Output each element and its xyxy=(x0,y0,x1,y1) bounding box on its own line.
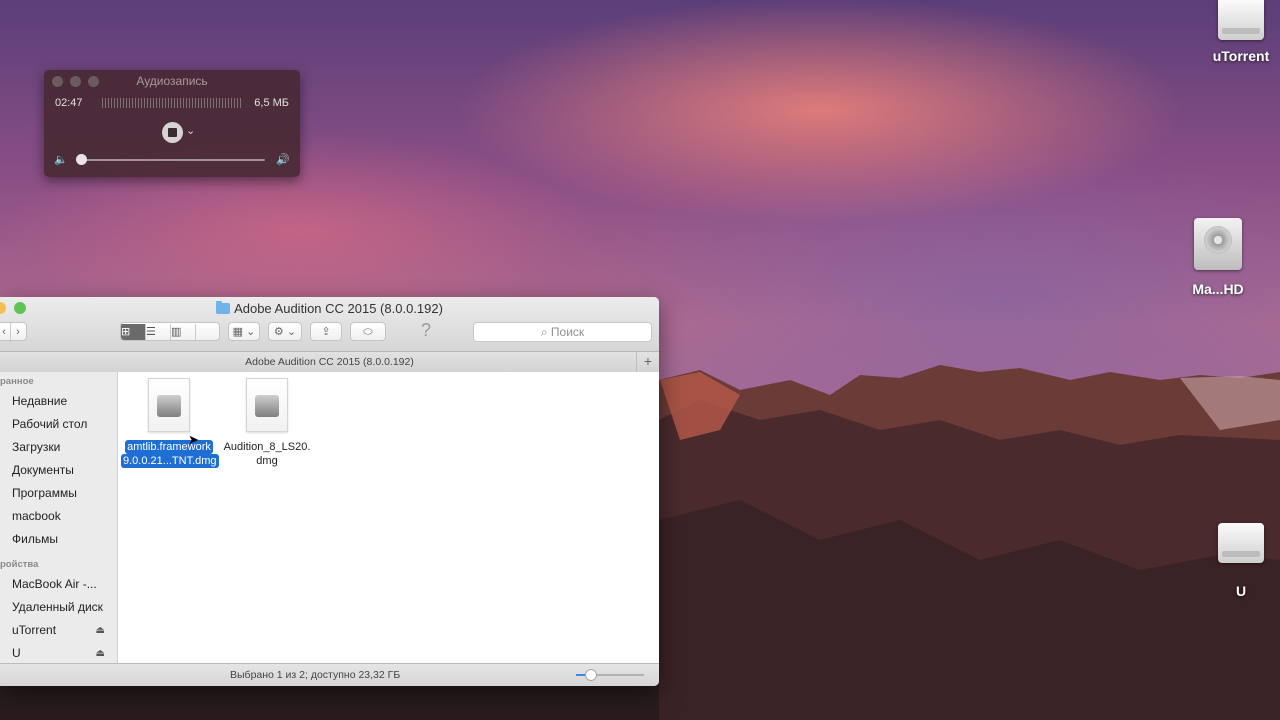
sidebar-section-devices: ройства xyxy=(0,559,39,570)
volume-low-icon: 🔈 xyxy=(54,154,68,166)
toolbar: Adobe Audition CC 2015 (8.0.0.192) ‹ › ⊞ ☰… xyxy=(0,297,659,352)
desktop-icon-macintosh-hd[interactable]: Ma...HD xyxy=(1173,218,1263,297)
file-name-line: 9.0.0.21...TNT.dmg xyxy=(121,454,219,468)
file-name: amtlib.framework 9.0.0.21...TNT.dmg xyxy=(121,440,219,468)
volume-high-icon: 🔊 xyxy=(276,154,290,166)
sidebar-item-remote-disc[interactable]: Удаленный диск xyxy=(0,596,117,619)
tab-bar: Adobe Audition CC 2015 (8.0.0.192) + xyxy=(0,352,659,373)
status-text: Выбрано 1 из 2; доступно 23,32 ГБ xyxy=(230,669,401,681)
search-placeholder: Поиск xyxy=(550,325,585,339)
desktop-icon-label: U xyxy=(1235,583,1247,599)
share-button[interactable]: ⇪ xyxy=(310,322,342,341)
action-button[interactable]: ⚙ ⌄ xyxy=(268,322,302,341)
hard-drive-icon xyxy=(1194,218,1242,270)
sidebar-item-macbook[interactable]: macbook xyxy=(0,505,117,528)
desktop-icon-utorrent[interactable]: uTorrent xyxy=(1196,0,1280,64)
external-drive-icon xyxy=(1218,0,1264,40)
sidebar-item-label: macbook xyxy=(12,509,61,523)
file-item-audition[interactable]: Audition_8_LS20. dmg xyxy=(219,378,315,468)
eject-icon[interactable]: ⏏ xyxy=(96,619,105,642)
search-icon: ⌕ xyxy=(540,325,548,339)
sidebar-item-recents[interactable]: Недавние xyxy=(0,390,117,413)
sidebar-item-label: Удаленный диск xyxy=(12,600,103,614)
eject-icon[interactable]: ⏏ xyxy=(96,642,105,664)
slider-knob[interactable] xyxy=(584,669,597,681)
forward-icon[interactable]: › xyxy=(11,323,25,342)
sidebar-item-applications[interactable]: Программы xyxy=(0,482,117,505)
desktop-icon-label: Ma...HD xyxy=(1192,281,1244,297)
file-name: Audition_8_LS20. dmg xyxy=(219,440,315,468)
view-mode-segmented[interactable]: ⊞☰▥▯ xyxy=(120,322,220,341)
file-size: 6,5 МБ xyxy=(254,97,289,109)
tags-button[interactable]: ⬭ xyxy=(350,322,386,341)
icon-size-slider[interactable] xyxy=(576,669,644,681)
file-name-line: amtlib.framework xyxy=(125,440,213,454)
file-area: amtlib.framework 9.0.0.21...TNT.dmg Audi… xyxy=(118,372,659,664)
disk-image-icon xyxy=(246,378,288,432)
sidebar-item-movies[interactable]: Фильмы xyxy=(0,528,117,551)
sidebar-item-label: Документы xyxy=(12,463,74,477)
sidebar-item-label: uTorrent xyxy=(12,623,57,637)
mouse-pointer: ➤ xyxy=(188,432,199,447)
window-title: Adobe Audition CC 2015 (8.0.0.192) xyxy=(0,301,659,316)
sidebar-section-favorites: ранное xyxy=(0,376,34,387)
external-drive-icon xyxy=(1218,523,1264,563)
sidebar-item-label: U xyxy=(12,646,21,660)
volume-slider-knob[interactable] xyxy=(75,154,87,165)
help-icon[interactable]: ? xyxy=(421,320,431,341)
tag-icon: ⬭ xyxy=(363,326,373,338)
sidebar-item-label: Программы xyxy=(12,486,77,500)
volume-slider[interactable] xyxy=(77,159,265,161)
file-item-amtlib[interactable]: amtlib.framework 9.0.0.21...TNT.dmg xyxy=(121,375,219,468)
back-icon[interactable]: ‹ xyxy=(0,323,11,342)
audio-recording-window: Аудиозапись 02:47 6,5 МБ ⌄ 🔈 🔊 xyxy=(44,70,300,177)
tab-title[interactable]: Adobe Audition CC 2015 (8.0.0.192) xyxy=(245,356,414,368)
arrange-icon: ▦ ⌄ xyxy=(232,326,256,338)
disk-image-icon xyxy=(148,378,190,432)
search-input[interactable]: ⌕ Поиск xyxy=(473,322,652,342)
column-view-icon[interactable]: ▥ xyxy=(171,324,196,340)
sidebar-item-downloads[interactable]: Загрузки xyxy=(0,436,117,459)
folder-icon xyxy=(216,301,231,314)
stop-button[interactable] xyxy=(162,122,183,143)
sidebar: ранное Недавние Рабочий стол Загрузки До… xyxy=(0,372,118,664)
sidebar-item-utorrent[interactable]: uTorrent ⏏ xyxy=(0,619,117,642)
sidebar-item-label: MacBook Air -... xyxy=(12,577,97,591)
back-forward-buttons[interactable]: ‹ › xyxy=(0,322,27,342)
gear-icon: ⚙ ⌄ xyxy=(273,326,297,338)
window-title-text: Adobe Audition CC 2015 (8.0.0.192) xyxy=(234,301,443,316)
sidebar-item-macbook-air[interactable]: MacBook Air -... xyxy=(0,573,117,596)
sidebar-item-u[interactable]: U ⏏ xyxy=(0,642,117,664)
sidebar-item-documents[interactable]: Документы xyxy=(0,459,117,482)
level-meter xyxy=(102,98,242,108)
recorder-title: Аудиозапись xyxy=(136,74,208,88)
finder-window: Adobe Audition CC 2015 (8.0.0.192) ‹ › ⊞ ☰… xyxy=(0,297,659,686)
list-view-icon[interactable]: ☰ xyxy=(146,324,171,340)
desktop-icon-label: uTorrent xyxy=(1212,48,1270,64)
desktop-icon-u[interactable]: U xyxy=(1196,523,1280,599)
sidebar-item-label: Загрузки xyxy=(12,440,61,454)
sidebar-item-label: Недавние xyxy=(12,394,68,408)
elapsed-time: 02:47 xyxy=(55,97,83,109)
sidebar-item-label: Рабочий стол xyxy=(12,417,88,431)
status-bar: Выбрано 1 из 2; доступно 23,32 ГБ xyxy=(0,663,659,686)
arrange-button[interactable]: ▦ ⌄ xyxy=(228,322,260,341)
share-icon: ⇪ xyxy=(321,326,331,338)
sidebar-item-label: Фильмы xyxy=(12,532,58,546)
chevron-down-icon[interactable]: ⌄ xyxy=(186,124,195,137)
file-name-line: Audition_8_LS20. xyxy=(223,441,311,453)
new-tab-button[interactable]: + xyxy=(636,352,659,372)
icon-view-icon[interactable]: ⊞ xyxy=(121,324,146,340)
sidebar-item-desktop[interactable]: Рабочий стол xyxy=(0,413,117,436)
file-name-line: dmg xyxy=(256,455,278,467)
